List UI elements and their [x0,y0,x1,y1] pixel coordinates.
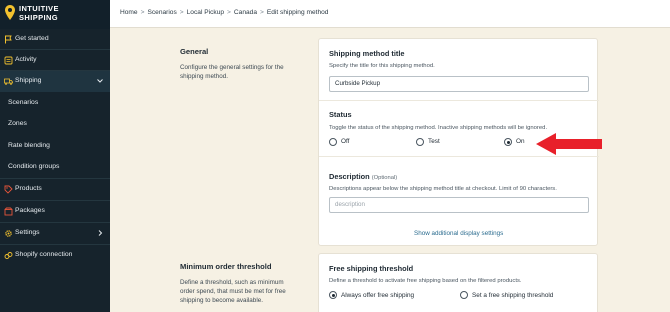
status-label-test: Test [428,138,440,145]
field-title-method-title: Shipping method title [329,49,405,58]
link-icon [4,252,13,259]
section-title-general: General [180,47,209,56]
sidebar-item-label: Scenarios [8,99,39,106]
field-help-method-title: Specify the title for this shipping meth… [329,63,435,69]
sidebar-item-get-started[interactable]: Get started [0,29,110,50]
breadcrumb-current: Edit shipping method [266,9,329,16]
breadcrumb: Home > Scenarios > Local Pickup > Canada > Edit … [120,9,328,16]
sidebar-item-label: Activity [15,56,37,63]
sidebar-item-products[interactable]: Products [0,179,110,200]
box-icon [4,207,13,216]
status-radio-test[interactable] [416,138,424,146]
breadcrumb-separator: > [140,9,145,16]
breadcrumb-scenarios[interactable]: Scenarios [147,9,176,16]
brand-logo[interactable]: INTUITIVE SHIPPING [0,0,110,29]
sidebar-item-zones[interactable]: Zones [0,114,110,135]
list-icon [4,56,13,65]
brand-line-2: SHIPPING [19,13,59,22]
free-shipping-label-always: Always offer free shipping [341,292,415,299]
sidebar-item-label: Shopify connection [15,251,73,258]
status-label-on: On [516,138,525,145]
sidebar-item-activity[interactable]: Activity [0,50,110,71]
method-title-input[interactable]: Curbside Pickup [329,76,589,92]
sidebar-item-settings[interactable]: Settings [0,223,110,244]
sidebar-item-label: Get started [15,35,49,42]
section-desc-general: Configure the general settings for the s… [180,64,284,80]
field-help-status: Toggle the status of the shipping method… [329,125,548,131]
sidebar: INTUITIVE SHIPPING Get started Activity … [0,0,110,312]
gear-icon [5,230,12,237]
divider [319,100,599,101]
sidebar-item-packages[interactable]: Packages [0,201,110,222]
breadcrumb-local-pickup[interactable]: Local Pickup [187,9,224,16]
field-title-description: Description (Optional) [329,172,397,181]
breadcrumb-canada[interactable]: Canada [234,9,257,16]
sidebar-item-label: Shipping [15,77,42,84]
chevron-down-icon [97,79,103,83]
sidebar-item-rate-blending[interactable]: Rate blending [0,136,110,157]
field-help-free-shipping: Define a threshold to activate free ship… [329,278,522,284]
section-title-threshold: Minimum order threshold [180,262,272,271]
breadcrumb-separator: > [179,9,184,16]
free-shipping-radio-threshold[interactable] [460,291,468,299]
status-radio-off[interactable] [329,138,337,146]
sidebar-item-label: Rate blending [8,142,50,149]
show-additional-settings-link[interactable]: Show additional display settings [414,230,503,237]
field-help-description: Descriptions appear below the shipping m… [329,186,557,192]
description-label: Description [329,172,370,181]
section-desc-threshold: Define a threshold, such as minimum orde… [180,279,286,304]
chevron-right-icon [98,230,103,236]
red-arrow-annotation [536,133,602,155]
field-title-status: Status [329,110,352,119]
status-radio-on[interactable] [504,138,512,146]
divider [319,156,599,157]
sidebar-item-label: Settings [15,229,40,236]
sidebar-item-label: Products [15,185,42,192]
tag-icon [4,185,13,194]
sidebar-item-shipping[interactable]: Shipping [0,71,110,92]
breadcrumb-separator: > [227,9,231,16]
threshold-card: Free shipping threshold Define a thresho… [318,253,598,312]
status-label-off: Off [341,138,350,145]
brand-line-1: INTUITIVE [19,4,59,13]
breadcrumb-separator: > [260,9,264,16]
free-shipping-label-threshold: Set a free shipping threshold [472,292,554,299]
sidebar-item-shopify-connection[interactable]: Shopify connection [0,245,110,266]
sidebar-item-label: Zones [8,120,27,127]
sidebar-item-label: Condition groups [8,163,60,170]
breadcrumb-home[interactable]: Home [120,9,138,16]
location-pin-icon [5,5,15,20]
flag-icon [5,35,12,44]
description-input[interactable]: description [329,197,589,213]
sidebar-item-scenarios[interactable]: Scenarios [0,93,110,114]
field-title-free-shipping: Free shipping threshold [329,264,414,273]
sidebar-item-condition-groups[interactable]: Condition groups [0,157,110,178]
optional-tag: (Optional) [371,175,398,181]
free-shipping-radio-always[interactable] [329,291,337,299]
truck-icon [4,78,13,85]
top-bar: Home > Scenarios > Local Pickup > Canada > Edit … [110,0,670,28]
sidebar-item-label: Packages [15,207,45,214]
brand-name: INTUITIVE SHIPPING [19,4,109,22]
